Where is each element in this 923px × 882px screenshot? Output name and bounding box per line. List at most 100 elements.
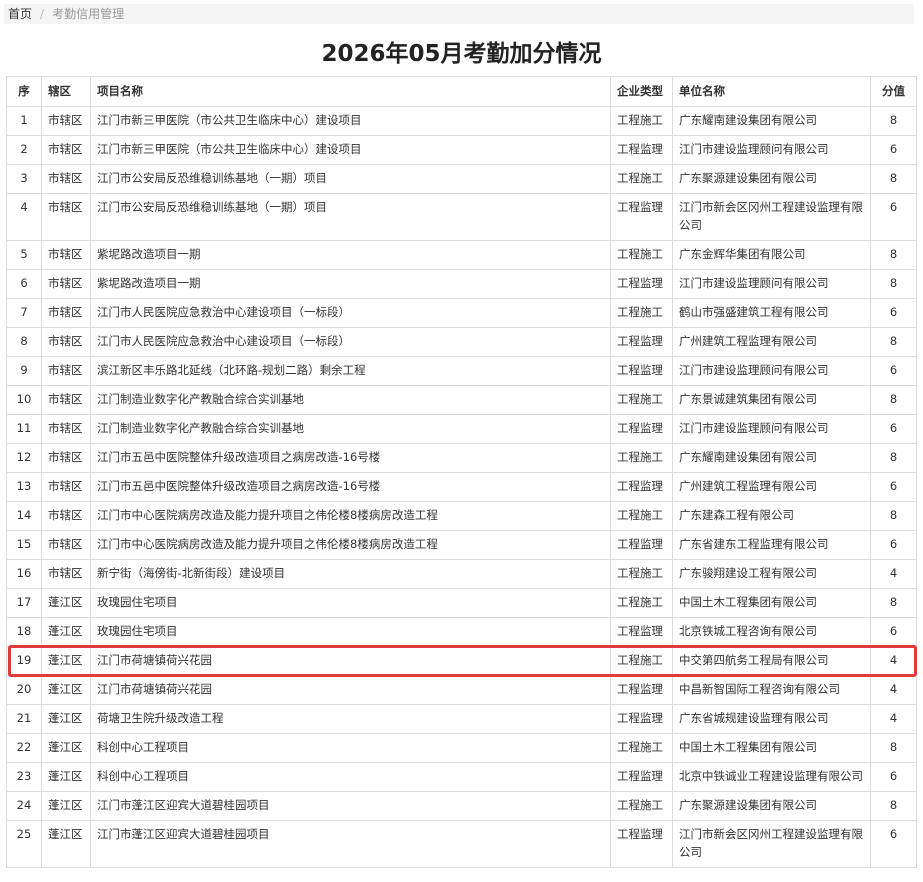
table-row: 11 市辖区 江门制造业数字化产教融合综合实训基地 工程监理 江门市建设监理顾问有限公司… (6, 414, 917, 444)
cell-company-type: 工程监理 (610, 820, 673, 868)
cell-company-type: 工程施工 (610, 791, 673, 821)
cell-district: 蓬江区 (41, 588, 91, 618)
cell-company-name: 中国土木工程集团有限公司 (672, 733, 871, 763)
cell-score: 6 (870, 135, 917, 165)
cell-company-name: 广州建筑工程监理有限公司 (672, 472, 871, 502)
cell-company-type: 工程施工 (610, 164, 673, 194)
cell-index: 12 (6, 443, 42, 473)
cell-company-name: 北京铁城工程咨询有限公司 (672, 617, 871, 647)
cell-district: 市辖区 (41, 443, 91, 473)
cell-project-name: 紫坭路改造项目一期 (90, 269, 611, 299)
table-row: 8 市辖区 江门市人民医院应急救治中心建设项目（一标段） 工程监理 广州建筑工程监理有限… (6, 327, 917, 357)
cell-project-name: 江门市中心医院病房改造及能力提升项目之伟伦楼8楼病房改造工程 (90, 530, 611, 560)
cell-district: 蓬江区 (41, 791, 91, 821)
cell-score: 6 (870, 193, 917, 241)
cell-index: 25 (6, 820, 42, 868)
cell-score: 4 (870, 559, 917, 589)
cell-index: 5 (6, 240, 42, 270)
cell-project-name: 紫坭路改造项目一期 (90, 240, 611, 270)
cell-district: 市辖区 (41, 385, 91, 415)
cell-project-name: 江门市新三甲医院（市公共卫生临床中心）建设项目 (90, 106, 611, 136)
table-row: 25 蓬江区 江门市蓬江区迎宾大道碧桂园项目 工程监理 江门市新会区冈州工程建设监理有限… (6, 820, 917, 868)
cell-district: 市辖区 (41, 559, 91, 589)
cell-company-type: 工程施工 (610, 385, 673, 415)
cell-company-name: 广东聚源建设集团有限公司 (672, 164, 871, 194)
cell-index: 3 (6, 164, 42, 194)
cell-score: 6 (870, 414, 917, 444)
cell-district: 市辖区 (41, 501, 91, 531)
cell-company-name: 广东建森工程有限公司 (672, 501, 871, 531)
cell-index: 19 (6, 646, 42, 676)
cell-district: 市辖区 (41, 135, 91, 165)
cell-company-name: 广东省城规建设监理有限公司 (672, 704, 871, 734)
header-company-type: 企业类型 (610, 76, 673, 107)
cell-company-type: 工程监理 (610, 327, 673, 357)
table-body: 1 市辖区 江门市新三甲医院（市公共卫生临床中心）建设项目 工程施工 广东耀南建设集团有… (6, 106, 917, 868)
cell-index: 10 (6, 385, 42, 415)
table-row: 16 市辖区 新宁街（海傍街-北新街段）建设项目 工程施工 广东骏翔建设工程有限公司 4 (6, 559, 917, 589)
cell-company-name: 广东耀南建设集团有限公司 (672, 106, 871, 136)
cell-index: 24 (6, 791, 42, 821)
table-row: 17 蓬江区 玫瑰园住宅项目 工程施工 中国土木工程集团有限公司 8 (6, 588, 917, 618)
cell-project-name: 科创中心工程项目 (90, 762, 611, 792)
cell-district: 市辖区 (41, 472, 91, 502)
cell-score: 8 (870, 588, 917, 618)
cell-project-name: 新宁街（海傍街-北新街段）建设项目 (90, 559, 611, 589)
cell-company-name: 广州建筑工程监理有限公司 (672, 327, 871, 357)
cell-index: 1 (6, 106, 42, 136)
cell-district: 市辖区 (41, 269, 91, 299)
table-row: 23 蓬江区 科创中心工程项目 工程监理 北京中铁诚业工程建设监理有限公司 6 (6, 762, 917, 792)
cell-company-name: 广东骏翔建设工程有限公司 (672, 559, 871, 589)
cell-company-name: 江门市新会区冈州工程建设监理有限公司 (672, 820, 871, 868)
cell-index: 7 (6, 298, 42, 328)
table-row: 4 市辖区 江门市公安局反恐维稳训练基地（一期）项目 工程监理 江门市新会区冈州工程建设… (6, 193, 917, 241)
cell-company-type: 工程监理 (610, 675, 673, 705)
cell-district: 蓬江区 (41, 704, 91, 734)
table-row: 24 蓬江区 江门市蓬江区迎宾大道碧桂园项目 工程施工 广东聚源建设集团有限公司 8 (6, 791, 917, 821)
cell-company-name: 广东耀南建设集团有限公司 (672, 443, 871, 473)
cell-project-name: 江门市人民医院应急救治中心建设项目（一标段） (90, 327, 611, 357)
table-row: 12 市辖区 江门市五邑中医院整体升级改造项目之病房改造-16号楼 工程施工 广东耀南建… (6, 443, 917, 473)
cell-district: 蓬江区 (41, 733, 91, 763)
cell-score: 8 (870, 443, 917, 473)
cell-project-name: 江门制造业数字化产教融合综合实训基地 (90, 385, 611, 415)
cell-index: 13 (6, 472, 42, 502)
table-row: 6 市辖区 紫坭路改造项目一期 工程监理 江门市建设监理顾问有限公司 8 (6, 269, 917, 299)
cell-index: 9 (6, 356, 42, 386)
cell-company-type: 工程施工 (610, 559, 673, 589)
cell-project-name: 江门市人民医院应急救治中心建设项目（一标段） (90, 298, 611, 328)
cell-index: 18 (6, 617, 42, 647)
cell-project-name: 荷塘卫生院升级改造工程 (90, 704, 611, 734)
cell-project-name: 滨江新区丰乐路北延线（北环路-规划二路）剩余工程 (90, 356, 611, 386)
cell-company-type: 工程施工 (610, 733, 673, 763)
cell-company-type: 工程施工 (610, 588, 673, 618)
table-row: 18 蓬江区 玫瑰园住宅项目 工程监理 北京铁城工程咨询有限公司 6 (6, 617, 917, 647)
table-row: 9 市辖区 滨江新区丰乐路北延线（北环路-规划二路）剩余工程 工程监理 江门市建设监理顾… (6, 356, 917, 386)
cell-score: 6 (870, 820, 917, 868)
cell-company-type: 工程施工 (610, 106, 673, 136)
breadcrumb-separator: / (40, 7, 45, 21)
cell-district: 蓬江区 (41, 820, 91, 868)
cell-score: 4 (870, 675, 917, 705)
cell-company-name: 广东景诚建筑集团有限公司 (672, 385, 871, 415)
cell-index: 20 (6, 675, 42, 705)
cell-project-name: 江门市公安局反恐维稳训练基地（一期）项目 (90, 193, 611, 241)
breadcrumb-current: 考勤信用管理 (52, 7, 125, 21)
breadcrumb-home-link[interactable]: 首页 (8, 7, 32, 21)
cell-score: 6 (870, 762, 917, 792)
cell-project-name: 玫瑰园住宅项目 (90, 588, 611, 618)
cell-score: 6 (870, 356, 917, 386)
cell-district: 蓬江区 (41, 675, 91, 705)
cell-company-name: 广东省建东工程监理有限公司 (672, 530, 871, 560)
cell-company-name: 江门市新会区冈州工程建设监理有限公司 (672, 193, 871, 241)
cell-index: 23 (6, 762, 42, 792)
cell-score: 4 (870, 646, 917, 676)
cell-company-type: 工程监理 (610, 617, 673, 647)
cell-company-name: 江门市建设监理顾问有限公司 (672, 269, 871, 299)
breadcrumb: 首页 / 考勤信用管理 (4, 4, 914, 24)
cell-index: 8 (6, 327, 42, 357)
header-index: 序 (6, 76, 42, 107)
cell-index: 2 (6, 135, 42, 165)
cell-score: 4 (870, 704, 917, 734)
cell-score: 6 (870, 298, 917, 328)
